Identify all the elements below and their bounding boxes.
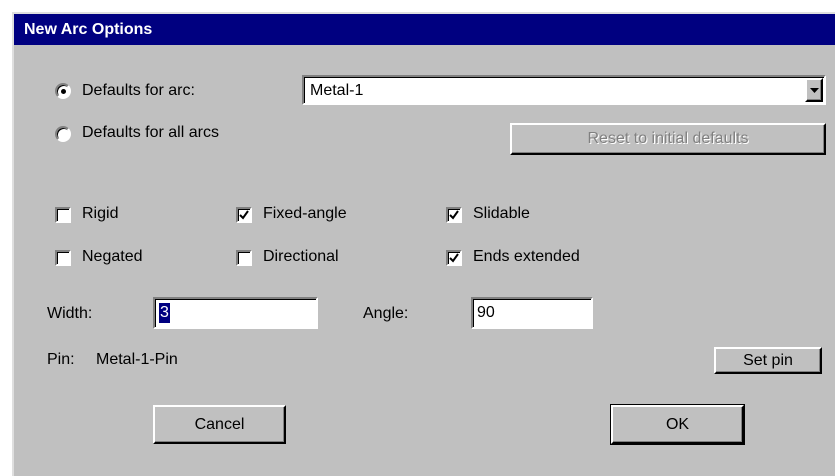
arc-type-select-value: Metal-1	[310, 82, 364, 99]
rigid-checkbox[interactable]	[55, 207, 71, 223]
set-pin-button-label: Set pin	[743, 351, 793, 369]
defaults-for-arc-radio[interactable]	[55, 83, 71, 99]
slidable-checkbox[interactable]	[446, 207, 462, 223]
width-label: Width:	[47, 305, 93, 322]
chevron-down-icon	[810, 88, 819, 93]
reset-button-label: Reset to initial defaults	[587, 130, 749, 147]
ok-button[interactable]: OK	[610, 404, 745, 445]
set-pin-button[interactable]: Set pin	[714, 347, 822, 374]
dropdown-button[interactable]	[805, 78, 823, 102]
directional-checkbox[interactable]	[236, 250, 252, 266]
new-arc-options-dialog: New Arc Options Defaults for arc: Metal-…	[12, 12, 835, 476]
defaults-for-all-arcs-label[interactable]: Defaults for all arcs	[82, 123, 219, 143]
radio-selected-dot	[61, 89, 66, 94]
pin-value: Metal-1-Pin	[96, 351, 178, 368]
ok-button-label: OK	[665, 415, 690, 433]
checkmark-icon	[239, 210, 249, 220]
angle-input[interactable]: 90	[471, 297, 593, 329]
negated-label[interactable]: Negated	[82, 247, 143, 267]
angle-label: Angle:	[363, 305, 409, 322]
directional-label[interactable]: Directional	[263, 247, 339, 267]
rigid-label[interactable]: Rigid	[82, 204, 118, 224]
fixed-angle-label[interactable]: Fixed-angle	[263, 204, 347, 224]
reset-to-initial-defaults-button[interactable]: Reset to initial defaults	[510, 123, 826, 155]
arc-type-select[interactable]: Metal-1	[302, 75, 826, 105]
window-title: New Arc Options	[14, 14, 835, 45]
cancel-button-label: Cancel	[194, 415, 245, 433]
checkmark-icon	[449, 210, 459, 220]
fixed-angle-checkbox[interactable]	[236, 207, 252, 223]
pin-label: Pin:	[47, 351, 75, 368]
ends-extended-checkbox[interactable]	[446, 250, 462, 266]
width-input[interactable]: 3	[153, 297, 318, 329]
defaults-for-arc-label[interactable]: Defaults for arc:	[82, 81, 195, 101]
width-input-value: 3	[159, 303, 170, 323]
slidable-label[interactable]: Slidable	[473, 204, 530, 224]
angle-input-value: 90	[477, 304, 495, 321]
negated-checkbox[interactable]	[55, 250, 71, 266]
ends-extended-label[interactable]: Ends extended	[473, 247, 580, 267]
defaults-for-all-arcs-radio[interactable]	[55, 126, 71, 142]
checkmark-icon	[449, 253, 459, 263]
cancel-button[interactable]: Cancel	[153, 405, 286, 444]
